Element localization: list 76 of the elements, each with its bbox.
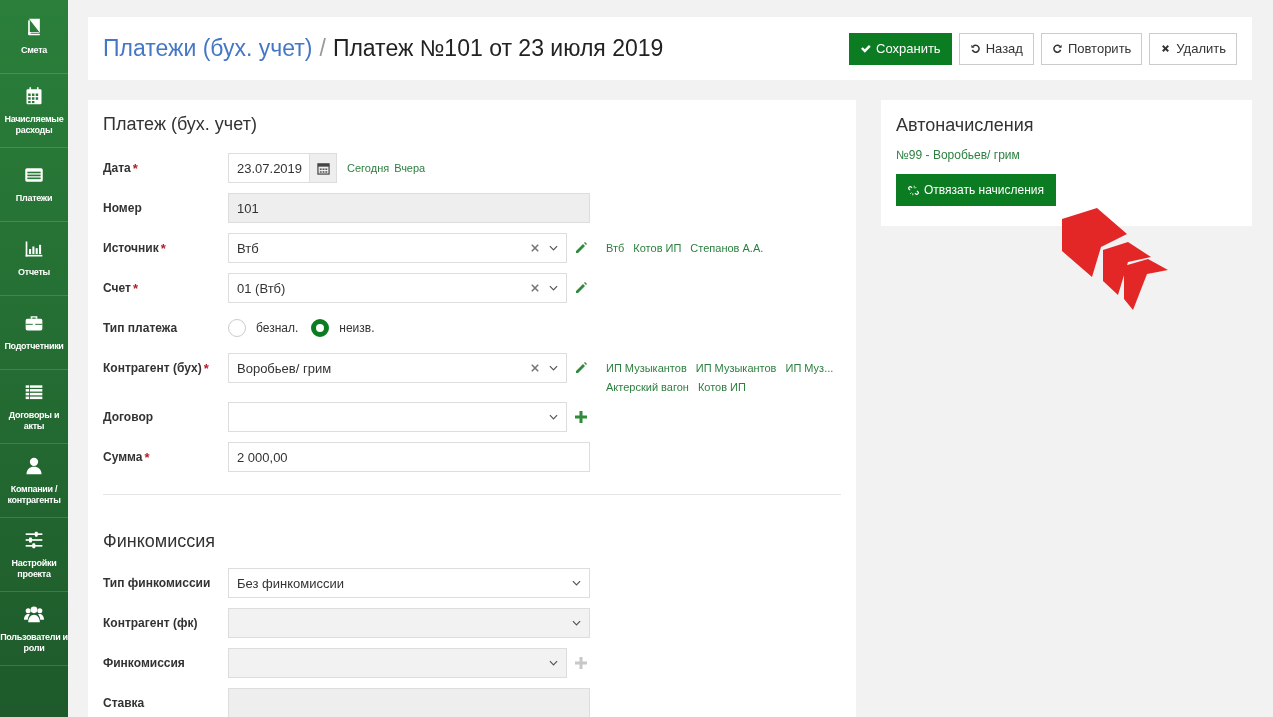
section-title: Финкомиссия <box>103 531 216 552</box>
breadcrumb-link[interactable]: Платежи (бух. учет) <box>103 35 313 62</box>
briefcase-icon <box>24 313 44 334</box>
caret-icon <box>549 365 558 371</box>
field-label: Контрагент (бух) <box>103 361 202 375</box>
field-label: Тип финкомиссии <box>103 576 211 590</box>
quick-link[interactable]: ИП Музыкантов <box>695 362 777 374</box>
calendar-button[interactable] <box>310 153 337 183</box>
field-label: Контрагент (фк) <box>103 616 198 630</box>
quick-link[interactable]: ИП Муз... <box>785 362 834 374</box>
caret-icon <box>549 660 558 666</box>
quick-link[interactable]: Котов ИП <box>697 381 746 393</box>
caret-icon <box>572 620 581 626</box>
quick-link[interactable]: Актерский вагон <box>606 381 689 393</box>
select-field[interactable]: 01 (Втб) <box>228 273 567 303</box>
pencil-icon[interactable] <box>574 361 588 375</box>
card-title: Автоначисления <box>896 115 1034 136</box>
quick-link[interactable]: Вчера <box>394 162 426 174</box>
broken-link-icon <box>908 184 919 196</box>
input-field[interactable]: 2 000,00 <box>228 442 590 472</box>
page-title: Платеж №101 от 23 июля 2019 <box>332 35 664 62</box>
radio-label: неизв. <box>339 321 375 335</box>
field-label: Счет <box>103 281 131 295</box>
caret-icon <box>549 285 558 291</box>
close-icon <box>1160 43 1172 54</box>
required-mark: * <box>160 240 166 256</box>
field-label: Источник <box>103 241 159 255</box>
people-icon <box>24 604 44 625</box>
pencil-icon[interactable] <box>574 281 588 295</box>
field-label: Ставка <box>103 696 145 710</box>
clear-icon[interactable] <box>531 364 539 372</box>
save-button[interactable]: Сохранить <box>849 32 952 65</box>
clear-icon[interactable] <box>531 284 539 292</box>
redo-icon <box>1051 43 1063 54</box>
person-icon <box>24 456 44 477</box>
required-mark: * <box>132 280 138 296</box>
calendar-icon <box>24 86 44 107</box>
select-field[interactable]: Втб <box>228 233 567 263</box>
date-field[interactable]: 23.07.2019 <box>228 153 310 183</box>
quick-link[interactable]: ИП Музыкантов <box>606 362 687 374</box>
section-title: Платеж (бух. учет) <box>103 114 258 135</box>
clear-icon[interactable] <box>531 244 539 252</box>
field-label: Финкомиссия <box>103 656 185 670</box>
pencil-icon[interactable] <box>574 241 588 255</box>
bar-chart-icon <box>24 239 44 260</box>
quick-link[interactable]: Сегодня <box>347 162 390 174</box>
breadcrumb-separator: / <box>319 35 326 62</box>
radio-label: безнал. <box>256 321 299 335</box>
sliders-icon <box>24 530 44 551</box>
quick-link[interactable]: Степанов А.А. <box>690 242 764 254</box>
caret-icon <box>572 580 581 586</box>
undo-icon <box>969 43 981 54</box>
select-field[interactable]: Воробьев/ грим <box>228 353 567 383</box>
delete-button[interactable]: Удалить <box>1149 32 1237 65</box>
quick-link[interactable]: Втб <box>606 242 625 254</box>
calendar-icon <box>316 161 330 175</box>
caret-icon <box>549 245 558 251</box>
required-mark: * <box>132 160 138 176</box>
quick-link[interactable]: Котов ИП <box>633 242 682 254</box>
repeat-button[interactable]: Повторить <box>1040 32 1143 65</box>
field-label: Номер <box>103 201 142 215</box>
required-mark: * <box>144 449 150 465</box>
plus-icon[interactable] <box>574 410 588 424</box>
select-field[interactable] <box>228 402 567 432</box>
field-label: Дата <box>103 161 131 175</box>
caret-icon <box>549 414 558 420</box>
charge-link[interactable]: №99 - Воробьев/ грим <box>896 148 1020 162</box>
unlink-button[interactable]: Отвязать начисления <box>896 174 1057 206</box>
field-label: Тип платежа <box>103 321 178 335</box>
radio-button[interactable] <box>311 319 330 337</box>
field-label: Сумма <box>103 450 143 464</box>
check-icon <box>860 43 872 54</box>
back-button[interactable]: Назад <box>958 32 1034 65</box>
select-field[interactable]: Без финкомиссии <box>228 568 590 598</box>
required-mark: * <box>203 360 209 376</box>
field-label: Договор <box>103 410 154 424</box>
